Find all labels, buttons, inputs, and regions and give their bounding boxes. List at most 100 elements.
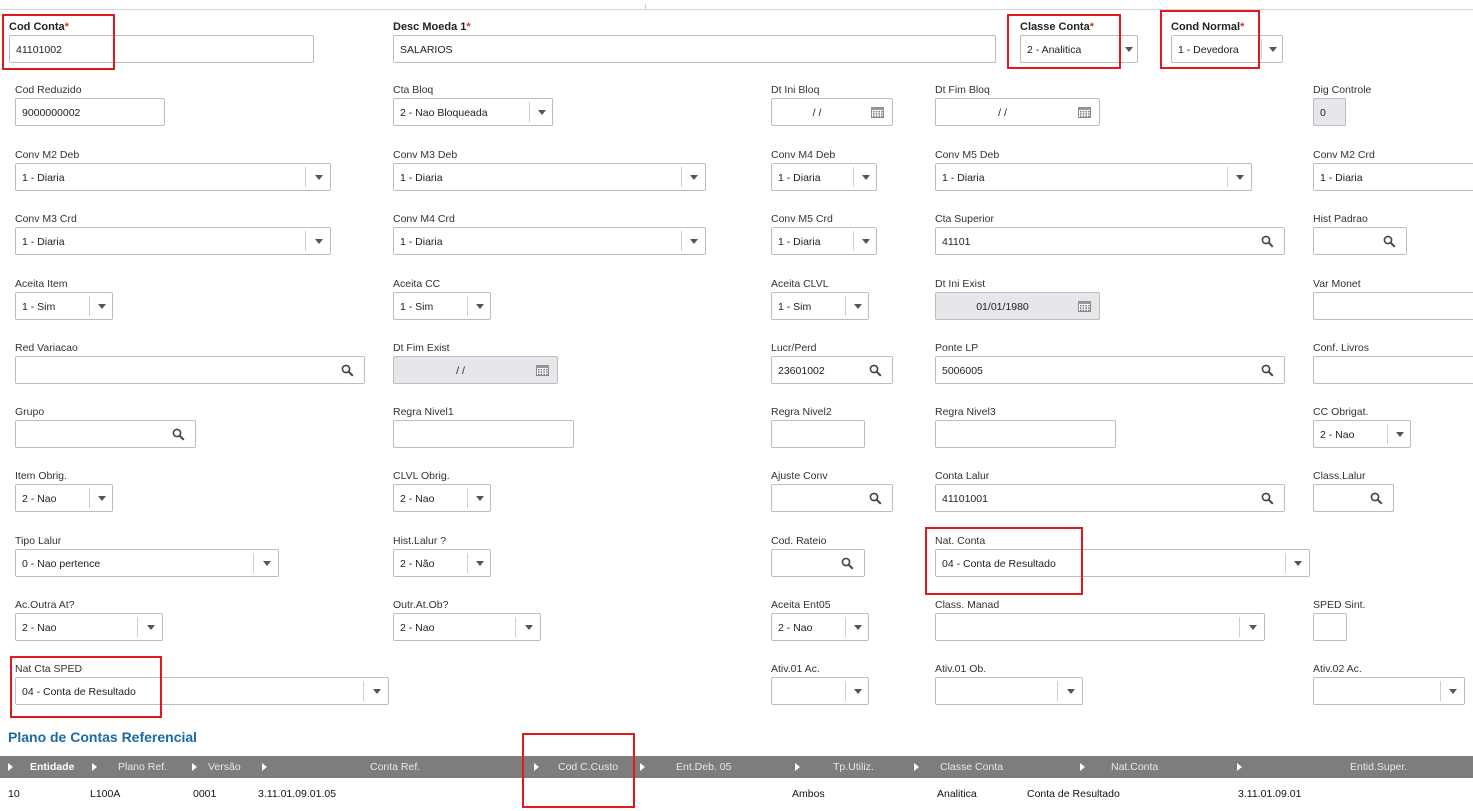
ac-outra-at-select[interactable]: 2 - Nao (15, 613, 163, 641)
dt-ini-exist-date-field[interactable]: 01/01/1980 (935, 292, 1100, 320)
regra-nivel2-field[interactable] (771, 420, 865, 448)
chevron-down-icon[interactable] (476, 496, 484, 501)
chevron-down-icon[interactable] (854, 625, 862, 630)
dig-controle-field[interactable]: 0 (1313, 98, 1346, 126)
chevron-down-icon[interactable] (98, 304, 106, 309)
column-header-6[interactable]: Tp.Utiliz. (833, 761, 874, 773)
dt-ini-bloq-date-field[interactable]: / / (771, 98, 893, 126)
hist-lalur-select[interactable]: 2 - Não (393, 549, 491, 577)
chevron-down-icon[interactable] (1269, 47, 1277, 52)
chevron-down-icon[interactable] (538, 110, 546, 115)
calendar-icon[interactable] (871, 107, 884, 121)
regra-nivel3-field[interactable] (935, 420, 1116, 448)
chevron-down-icon[interactable] (315, 175, 323, 180)
conv-m2-deb-select[interactable]: 1 - Diaria (15, 163, 331, 191)
chevron-down-icon[interactable] (862, 175, 870, 180)
chevron-down-icon[interactable] (854, 689, 862, 694)
chevron-down-icon[interactable] (862, 239, 870, 244)
chevron-down-icon[interactable] (690, 239, 698, 244)
chevron-down-icon[interactable] (525, 625, 533, 630)
ativ01-ac-select[interactable] (771, 677, 869, 705)
clvl-obrig-select[interactable]: 2 - Nao (393, 484, 491, 512)
search-icon[interactable] (1370, 492, 1383, 508)
chevron-down-icon[interactable] (1249, 625, 1257, 630)
search-icon[interactable] (869, 492, 882, 508)
chevron-down-icon[interactable] (1449, 689, 1457, 694)
conv-m4-crd-select[interactable]: 1 - Diaria (393, 227, 706, 255)
column-header-9[interactable]: Entid.Super. (1350, 761, 1407, 773)
chevron-down-icon[interactable] (263, 561, 271, 566)
column-header-5[interactable]: Ent.Deb. 05 (676, 761, 731, 773)
search-icon[interactable] (1261, 364, 1274, 380)
grupo-lookup[interactable] (15, 420, 196, 448)
chevron-down-icon[interactable] (1294, 561, 1302, 566)
var-monet-field[interactable] (1313, 292, 1473, 320)
search-icon[interactable] (841, 557, 854, 573)
conv-m2-crd-field[interactable]: 1 - Diaria (1313, 163, 1473, 191)
chevron-down-icon[interactable] (1396, 432, 1404, 437)
chevron-down-icon[interactable] (476, 304, 484, 309)
chevron-down-icon[interactable] (1125, 47, 1133, 52)
column-header-7[interactable]: Classe Conta (940, 761, 1003, 773)
chevron-down-icon[interactable] (98, 496, 106, 501)
dt-fim-exist-date-field[interactable]: / / (393, 356, 558, 384)
dt-fim-bloq-date-field[interactable]: / / (935, 98, 1100, 126)
calendar-icon[interactable] (1078, 107, 1091, 121)
desc-moeda-field[interactable]: SALARIOS (393, 35, 996, 63)
cc-obrigat-select[interactable]: 2 - Nao (1313, 420, 1411, 448)
cta-superior-lookup[interactable]: 41101 (935, 227, 1285, 255)
column-header-1[interactable]: Plano Ref. (118, 761, 167, 773)
search-icon[interactable] (341, 364, 354, 380)
aceita-clvl-select[interactable]: 1 - Sim (771, 292, 869, 320)
search-icon[interactable] (172, 428, 185, 444)
search-icon[interactable] (1383, 235, 1396, 251)
aceita-cc-select[interactable]: 1 - Sim (393, 292, 491, 320)
conv-m5-deb-select[interactable]: 1 - Diaria (935, 163, 1252, 191)
conv-m5-crd-select[interactable]: 1 - Diaria (771, 227, 877, 255)
lucr-perd-lookup[interactable]: 23601002 (771, 356, 893, 384)
conv-m3-deb-select[interactable]: 1 - Diaria (393, 163, 706, 191)
table-row[interactable]: 10 L100A 0001 3.11.01.09.01.05 Ambos Analitic… (0, 786, 1473, 806)
chevron-down-icon[interactable] (690, 175, 698, 180)
hist-padrao-lookup[interactable] (1313, 227, 1407, 255)
conv-m3-crd-label: Conv M3 Crd (15, 213, 77, 225)
column-header-2[interactable]: Versão (208, 761, 241, 773)
chevron-down-icon[interactable] (373, 689, 381, 694)
cod-reduzido-field[interactable]: 9000000002 (15, 98, 165, 126)
outr-at-ob-select[interactable]: 2 - Nao (393, 613, 541, 641)
column-header-3[interactable]: Conta Ref. (370, 761, 420, 773)
desc-moeda-value: SALARIOS (400, 44, 453, 56)
ajuste-conv-lookup[interactable] (771, 484, 893, 512)
column-header-0[interactable]: Entidade (30, 761, 74, 773)
conta-lalur-lookup[interactable]: 41101001 (935, 484, 1285, 512)
chevron-down-icon[interactable] (315, 239, 323, 244)
sped-sint-field[interactable] (1313, 613, 1347, 641)
cta-bloq-select[interactable]: 2 - Nao Bloqueada (393, 98, 553, 126)
class-manad-select[interactable] (935, 613, 1265, 641)
tipo-lalur-select[interactable]: 0 - Nao pertence (15, 549, 279, 577)
chevron-down-icon[interactable] (476, 561, 484, 566)
conv-m3-crd-select[interactable]: 1 - Diaria (15, 227, 331, 255)
aceita-item-select[interactable]: 1 - Sim (15, 292, 113, 320)
search-icon[interactable] (869, 364, 882, 380)
item-obrig-select[interactable]: 2 - Nao (15, 484, 113, 512)
conf-livros-field[interactable] (1313, 356, 1473, 384)
ativ01-ob-select[interactable] (935, 677, 1083, 705)
chevron-down-icon[interactable] (854, 304, 862, 309)
chevron-down-icon[interactable] (1236, 175, 1244, 180)
calendar-icon[interactable] (1078, 301, 1091, 315)
aceita-ent05-select[interactable]: 2 - Nao (771, 613, 869, 641)
regra-nivel1-field[interactable] (393, 420, 574, 448)
column-header-8[interactable]: Nat.Conta (1111, 761, 1158, 773)
chevron-down-icon[interactable] (147, 625, 155, 630)
ponte-lp-lookup[interactable]: 5006005 (935, 356, 1285, 384)
class-lalur-lookup[interactable] (1313, 484, 1394, 512)
chevron-down-icon[interactable] (1067, 689, 1075, 694)
search-icon[interactable] (1261, 492, 1274, 508)
ativ02-ac-select[interactable] (1313, 677, 1465, 705)
red-variacao-lookup[interactable] (15, 356, 365, 384)
cod-rateio-lookup[interactable] (771, 549, 865, 577)
calendar-icon[interactable] (536, 365, 549, 379)
conv-m4-deb-select[interactable]: 1 - Diaria (771, 163, 877, 191)
search-icon[interactable] (1261, 235, 1274, 251)
